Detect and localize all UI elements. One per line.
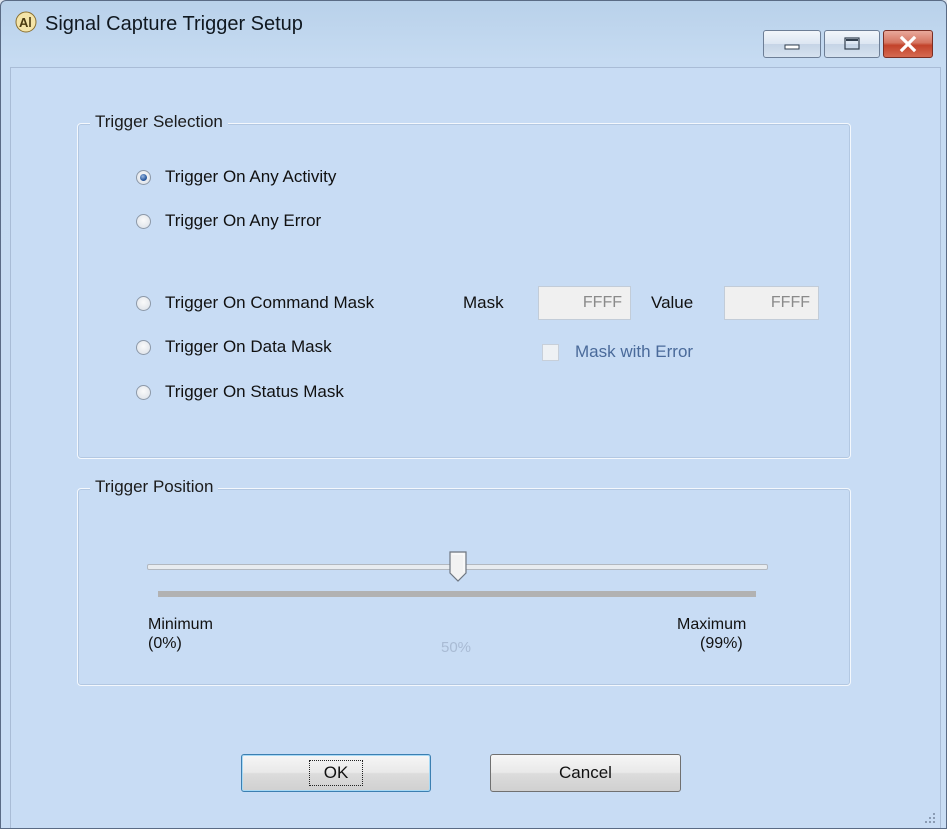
ok-button-label: OK [308, 760, 364, 786]
value-input[interactable]: FFFF [724, 286, 819, 320]
radio-button[interactable] [136, 213, 151, 229]
ok-button[interactable]: OK [241, 754, 431, 792]
trigger-position-group: Trigger Position Minimum (0%) 50% Maximu… [77, 477, 851, 686]
radio-label: Trigger On Status Mask [165, 382, 344, 401]
minimum-label: Minimum [148, 616, 213, 633]
minimize-button[interactable] [763, 30, 821, 58]
value-label: Value [651, 293, 694, 312]
radio-label: Trigger On Any Activity [165, 167, 337, 186]
radio-trigger-any-activity[interactable]: Trigger On Any Activity [136, 164, 336, 190]
trigger-selection-title: Trigger Selection [90, 112, 228, 132]
minimize-icon [784, 44, 800, 50]
radio-trigger-command-mask[interactable]: Trigger On Command Mask [136, 290, 374, 316]
minimum-value: (0%) [148, 635, 182, 652]
mask-with-error-checkbox[interactable] [542, 344, 559, 361]
dialog-window: A Signal Capture Trigger Setup Trigger S… [0, 0, 947, 829]
radio-button[interactable] [136, 295, 151, 311]
radio-label: Trigger On Any Error [165, 211, 322, 230]
radio-trigger-data-mask[interactable]: Trigger On Data Mask [136, 334, 332, 360]
close-icon [899, 35, 917, 53]
radio-button[interactable] [136, 339, 151, 355]
trigger-selection-group: Trigger Selection Trigger On Any Activit… [77, 112, 851, 459]
window-title: Signal Capture Trigger Setup [45, 13, 303, 35]
app-icon: A [15, 11, 37, 33]
radio-label: Trigger On Data Mask [165, 337, 332, 356]
mask-label: Mask [463, 293, 504, 312]
radio-label: Trigger On Command Mask [165, 293, 375, 312]
slider-position-bar [158, 591, 756, 597]
maximum-label: Maximum [677, 616, 747, 633]
trigger-position-title: Trigger Position [90, 477, 219, 497]
dialog-client-area: Trigger Selection Trigger On Any Activit… [10, 67, 941, 828]
cancel-button[interactable]: Cancel [490, 754, 681, 792]
mask-input[interactable]: FFFF [538, 286, 631, 320]
resize-grip-icon[interactable] [924, 812, 936, 824]
maximum-value: (99%) [700, 635, 743, 652]
mask-with-error-label: Mask with Error [575, 342, 694, 361]
slider-thumb[interactable] [448, 551, 468, 583]
svg-text:A: A [19, 15, 29, 30]
title-bar[interactable]: A Signal Capture Trigger Setup [1, 1, 946, 58]
radio-trigger-any-error[interactable]: Trigger On Any Error [136, 208, 321, 234]
radio-button[interactable] [136, 384, 151, 400]
radio-trigger-status-mask[interactable]: Trigger On Status Mask [136, 379, 344, 405]
cancel-button-label: Cancel [559, 763, 612, 782]
maximize-icon [844, 37, 860, 50]
maximize-button[interactable] [824, 30, 880, 58]
current-position-value: 50% [441, 639, 472, 656]
close-button[interactable] [883, 30, 933, 58]
radio-button-checked[interactable] [136, 169, 151, 185]
